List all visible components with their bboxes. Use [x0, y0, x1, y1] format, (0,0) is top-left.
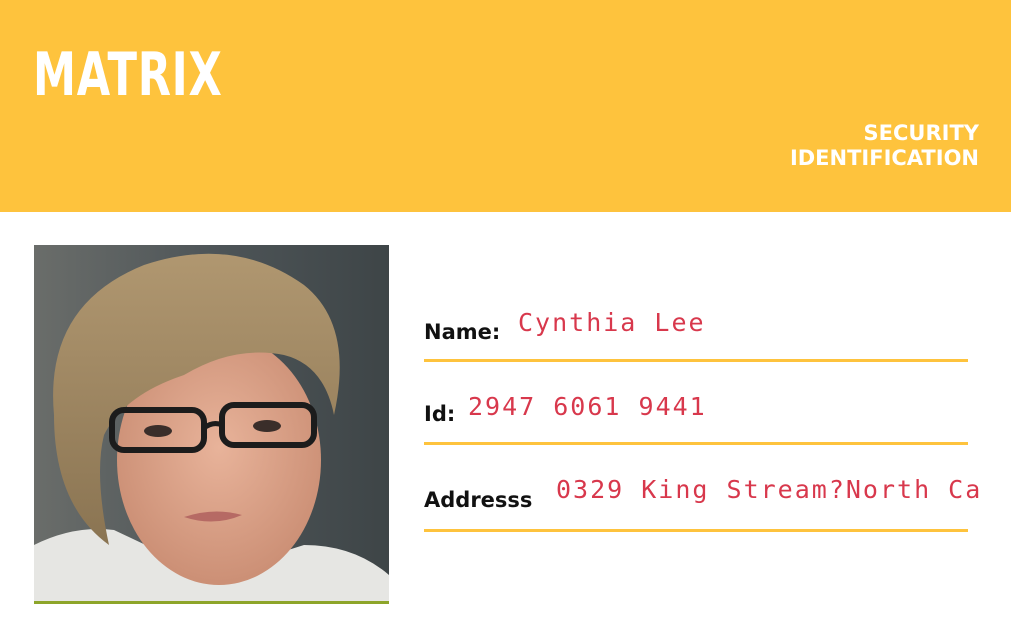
- card-type-title: SECURITY IDENTIFICATION: [790, 121, 979, 171]
- id-value: 2947 6061 9441: [468, 392, 707, 421]
- card-type-line-1: SECURITY: [863, 121, 979, 145]
- header-banner: MATRIX SECURITY IDENTIFICATION: [0, 0, 1011, 212]
- address-value: 0329 King Stream?North Ca: [556, 475, 983, 504]
- name-value: Cynthia Lee: [518, 308, 706, 337]
- address-label: Addresss: [424, 488, 533, 512]
- card-type-line-2: IDENTIFICATION: [789, 146, 979, 170]
- id-field: Id: 2947 6061 9441: [424, 384, 968, 445]
- brand-logo-text: MATRIX: [33, 40, 223, 110]
- portrait-photo: [34, 245, 389, 604]
- id-label: Id:: [424, 402, 456, 426]
- name-label: Name:: [424, 320, 501, 344]
- name-field: Name: Cynthia Lee: [424, 300, 968, 362]
- portrait-photo-icon: [34, 245, 389, 601]
- address-field: Addresss 0329 King Stream?North Ca: [424, 468, 980, 532]
